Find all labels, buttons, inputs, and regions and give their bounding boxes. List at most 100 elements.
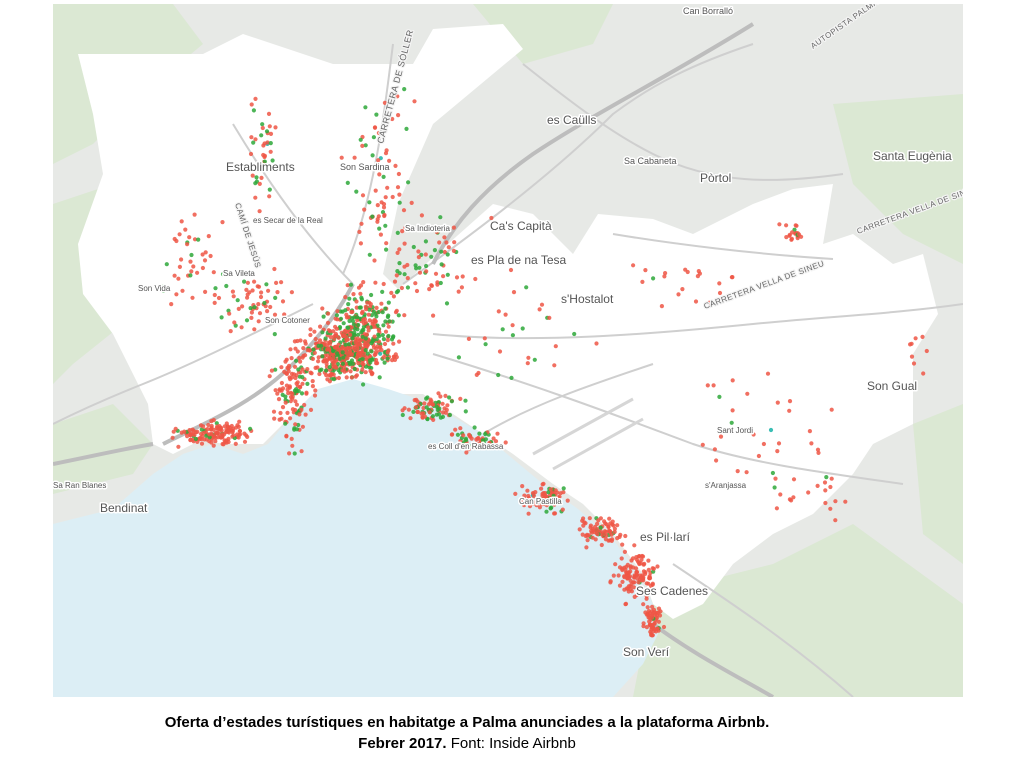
listing-dot <box>405 285 410 290</box>
listing-dot <box>658 609 663 614</box>
listing-dot <box>328 339 333 344</box>
listing-dot <box>325 377 330 382</box>
listing-dot <box>396 313 401 318</box>
listing-dot <box>651 276 656 281</box>
listing-dot <box>321 314 326 319</box>
listing-dot <box>266 288 271 293</box>
map[interactable]: Can Borralló AUTOPISTA PALMA CARRETERA D… <box>53 4 963 697</box>
listing-dot <box>382 341 388 347</box>
listing-dot <box>283 421 288 426</box>
listing-dot <box>179 219 184 224</box>
label-cas-capita: Ca's Capità <box>490 219 552 233</box>
listing-dot <box>440 414 445 419</box>
listing-dot <box>383 306 388 311</box>
listing-dot <box>913 336 918 341</box>
listing-dot <box>443 393 448 398</box>
listing-dot <box>717 394 722 399</box>
listing-dot <box>634 570 639 575</box>
listing-dot <box>451 248 456 253</box>
listing-dot <box>252 305 257 310</box>
listing-dot <box>577 527 582 532</box>
listing-dot <box>761 441 767 447</box>
listing-dot <box>217 427 223 432</box>
listing-dot <box>640 573 645 578</box>
listing-dot <box>402 313 407 318</box>
listing-dot <box>375 203 380 208</box>
listing-dot <box>239 325 244 330</box>
listing-dot <box>354 299 359 304</box>
listing-dot <box>212 434 217 439</box>
listing-dot <box>340 350 345 355</box>
listing-dot <box>745 391 750 396</box>
listing-dot <box>327 347 332 352</box>
listing-dot <box>645 605 650 610</box>
listing-dot <box>680 287 685 292</box>
listing-dot <box>249 135 254 140</box>
listing-dot <box>555 490 560 495</box>
listing-dot <box>290 443 295 448</box>
listing-dot <box>171 429 176 434</box>
listing-dot <box>286 363 292 368</box>
listing-dot <box>639 578 644 583</box>
listing-dot <box>628 565 633 570</box>
listing-dot <box>378 351 383 356</box>
listing-dot <box>253 181 258 186</box>
listing-dot <box>320 354 325 359</box>
listing-dot <box>370 214 375 219</box>
listing-dot <box>396 113 401 118</box>
listing-dot <box>169 302 174 307</box>
listing-dot <box>212 292 217 298</box>
label-can-borrallo: Can Borralló <box>683 6 733 16</box>
listing-dot <box>604 533 609 538</box>
listing-dot <box>595 532 600 537</box>
listing-dot <box>286 391 291 396</box>
label-saranjassa: s'Aranjassa <box>705 481 747 490</box>
listing-dot <box>203 289 208 294</box>
listing-dot <box>242 279 247 284</box>
listing-dot <box>441 274 446 279</box>
listing-dot <box>347 350 352 355</box>
listing-dot <box>654 615 660 620</box>
listing-dot <box>191 264 196 269</box>
listing-dot <box>828 484 833 490</box>
listing-dot <box>293 422 298 427</box>
listing-dot <box>360 361 365 366</box>
listing-dot <box>833 499 838 504</box>
listing-dot <box>648 613 654 618</box>
listing-dot <box>358 137 363 142</box>
listing-dot <box>182 429 187 434</box>
listing-dot <box>416 249 421 254</box>
listing-dot <box>364 307 369 312</box>
listing-dot <box>303 412 308 417</box>
listing-dot <box>385 338 390 343</box>
listing-dot <box>278 410 283 416</box>
figure-caption: Oferta d’estades turístiques en habitatg… <box>0 712 934 754</box>
listing-dot <box>385 185 390 190</box>
listing-dot <box>353 374 358 379</box>
listing-dot <box>377 172 382 177</box>
listing-dot <box>237 419 242 424</box>
listing-dot <box>642 561 647 567</box>
listing-dot <box>228 329 233 334</box>
listing-dot <box>172 236 177 242</box>
listing-dot <box>289 436 294 441</box>
listing-dot <box>332 360 337 365</box>
listing-dot <box>206 234 211 239</box>
label-son-cotoner: Son Cotoner <box>265 316 310 325</box>
listing-dot <box>285 387 290 392</box>
listing-dot <box>316 359 321 364</box>
listing-dot <box>432 248 437 253</box>
listing-dot <box>787 233 792 238</box>
listing-dot <box>235 298 240 303</box>
listing-dot <box>320 306 325 311</box>
listing-dot <box>513 491 518 496</box>
listing-dot <box>218 435 224 440</box>
listing-dot <box>343 295 348 300</box>
listing-dot <box>632 543 637 548</box>
listing-dot <box>823 500 828 506</box>
listing-dot <box>361 317 366 322</box>
listing-dot <box>284 434 289 439</box>
listing-dot <box>370 371 375 376</box>
listing-dot <box>460 274 465 279</box>
listing-dot <box>354 189 359 194</box>
